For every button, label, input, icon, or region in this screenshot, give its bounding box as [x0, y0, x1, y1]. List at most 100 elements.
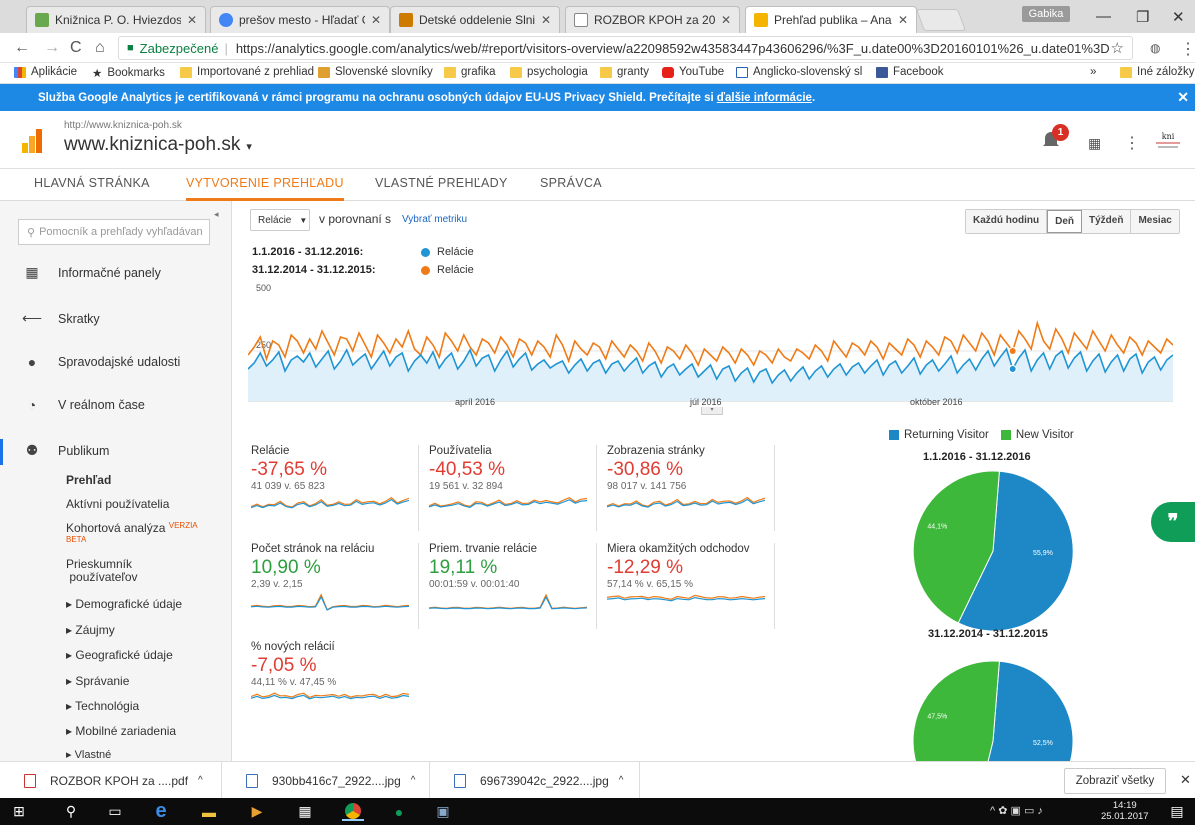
restore-icon[interactable]: ❐: [1136, 8, 1149, 26]
new-tab-button[interactable]: [915, 9, 967, 31]
feedback-button[interactable]: ❞: [1151, 502, 1195, 542]
hangouts-icon[interactable]: ●: [388, 802, 410, 821]
sidebar-sub-mobile[interactable]: ▸ Mobilné zariadenia: [66, 724, 176, 738]
bookmark-imported[interactable]: Importované z prehliad: [180, 66, 314, 78]
download-item-pdf[interactable]: ROZBOR KPOH za ....pdf ^: [0, 762, 222, 799]
nav-home[interactable]: HLAVNÁ STRÁNKA: [34, 176, 150, 198]
search-icon[interactable]: ⚲: [60, 802, 82, 821]
close-tab-icon[interactable]: ✕: [898, 13, 908, 27]
collapse-sidebar-icon[interactable]: ◂: [214, 209, 230, 225]
windows-start-icon[interactable]: ⊞: [8, 802, 30, 821]
edge-icon[interactable]: e: [150, 800, 172, 822]
sidebar-item-intelligence[interactable]: ● Spravodajské udalosti: [22, 354, 181, 370]
kpi-card[interactable]: Relácie -37,65 % 41 039 v. 65 823: [251, 445, 419, 531]
system-tray[interactable]: ^ ✿ ▣ ▭ ♪: [990, 804, 1043, 817]
banner-link[interactable]: ďalšie informácie: [717, 92, 812, 104]
reload-icon[interactable]: C: [70, 39, 82, 57]
nav-custom-reports[interactable]: VLASTNÉ PREHĽADY: [375, 176, 508, 198]
sidebar-sub-geo[interactable]: ▸ Geografické údaje: [66, 648, 173, 662]
explorer-icon[interactable]: ▬: [198, 802, 220, 821]
bookmark-other[interactable]: Iné záložky: [1120, 66, 1195, 78]
user-badge[interactable]: Gabika: [1022, 6, 1070, 22]
bookmark-anglicko[interactable]: Anglicko-slovenský sl: [736, 66, 862, 78]
bookmark-psychologia[interactable]: psychologia: [510, 66, 588, 78]
close-icon[interactable]: ✕: [1177, 89, 1189, 106]
sidebar-sub-overview[interactable]: Prehľad: [66, 473, 111, 487]
bookmark-slovniky[interactable]: Slovenské slovníky: [318, 66, 433, 78]
extension-icon[interactable]: ◍: [1150, 41, 1160, 55]
sidebar-sub-explorer[interactable]: Prieskumník používateľov: [66, 558, 138, 584]
sidebar-sub-demographics[interactable]: ▸ Demografické údaje: [66, 597, 182, 611]
media-icon[interactable]: ▶: [246, 802, 268, 821]
select-metric-link[interactable]: Vybrať metriku: [402, 214, 467, 225]
browser-tab-1[interactable]: Knižnica P. O. Hviezdosla ✕: [26, 6, 206, 33]
granularity-month[interactable]: Mesiac: [1131, 210, 1179, 233]
url-input[interactable]: ■ Zabezpečené | https://analytics.google…: [118, 36, 1133, 60]
pie-slice-new[interactable]: [912, 660, 1000, 761]
apps-grid-icon[interactable]: ▦: [1088, 135, 1101, 152]
granularity-day[interactable]: Deň: [1047, 210, 1083, 233]
photos-icon[interactable]: ▣: [432, 802, 454, 821]
kpi-card[interactable]: % nových relácií -7,05 % 44,11 % v. 47,45 …: [251, 641, 419, 727]
browser-tab-3[interactable]: Detské oddelenie Slniečk ✕: [390, 6, 560, 33]
bookmark-youtube[interactable]: YouTube: [662, 66, 724, 78]
bookmark-granty[interactable]: granty: [600, 66, 649, 78]
task-view-icon[interactable]: ▭: [104, 802, 126, 821]
browser-tab-5[interactable]: Prehľad publika – Analyt ✕: [745, 6, 917, 33]
back-arrow-icon[interactable]: ←: [14, 39, 30, 57]
close-tab-icon[interactable]: ✕: [187, 13, 197, 27]
nav-admin[interactable]: SPRÁVCA: [540, 176, 602, 198]
sidebar-sub-behavior[interactable]: ▸ Správanie: [66, 674, 129, 688]
hover-point-previous[interactable]: [1008, 347, 1017, 355]
sidebar-search-input[interactable]: ⚲ Pomocník a prehľady vyhľadávan: [18, 219, 210, 245]
hover-point-current[interactable]: [1008, 365, 1017, 373]
sidebar-sub-technology[interactable]: ▸ Technológia: [66, 699, 139, 713]
chrome-icon[interactable]: [342, 802, 364, 821]
browser-tab-4[interactable]: ROZBOR KPOH za 2015.p ✕: [565, 6, 740, 33]
sidebar-sub-cohort[interactable]: Kohortová analýza VERZIA BETA: [66, 521, 216, 549]
chart-resize-handle[interactable]: ▾: [701, 407, 723, 415]
sidebar-item-audience[interactable]: ⚉ Publikum: [22, 442, 110, 459]
minimize-icon[interactable]: —: [1096, 8, 1111, 25]
nav-reporting[interactable]: VYTVORENIE PREHĽADU: [186, 176, 344, 201]
action-center-icon[interactable]: ▤: [1166, 802, 1188, 821]
sidebar-sub-active-users[interactable]: Aktívni používatelia: [66, 497, 169, 511]
more-vert-icon[interactable]: ⋮: [1124, 133, 1140, 153]
kpi-card[interactable]: Priem. trvanie relácie 19,11 % 00:01:59 v.…: [429, 543, 597, 629]
download-item-jpg-1[interactable]: 930bb416c7_2922....jpg ^: [222, 762, 430, 799]
sidebar-item-shortcuts[interactable]: ⟵ Skratky: [22, 310, 100, 327]
download-item-jpg-2[interactable]: 696739042c_2922....jpg ^: [430, 762, 640, 799]
close-window-icon[interactable]: ✕: [1172, 8, 1185, 26]
browser-tab-2[interactable]: prešov mesto - Hľadať G ✕: [210, 6, 390, 33]
clock[interactable]: 14:19 25.01.2017: [1101, 800, 1149, 822]
sidebar-item-realtime[interactable]: ◔ V reálnom čase: [22, 397, 145, 413]
granularity-week[interactable]: Týždeň: [1082, 210, 1132, 233]
bookmark-bookmarks[interactable]: ★ Bookmarks: [92, 66, 165, 80]
chevron-up-icon[interactable]: ^: [198, 775, 203, 786]
bookmark-apps[interactable]: Aplikácie: [14, 66, 77, 78]
sidebar-sub-custom[interactable]: ▸ Vlastné: [66, 748, 111, 761]
close-tab-icon[interactable]: ✕: [721, 13, 731, 27]
home-icon[interactable]: ⌂: [95, 39, 105, 57]
sidebar-item-dashboards[interactable]: ▦ Informačné panely: [22, 264, 160, 281]
bookmark-facebook[interactable]: Facebook: [876, 66, 944, 78]
close-icon[interactable]: ✕: [1180, 772, 1191, 788]
close-tab-icon[interactable]: ✕: [541, 13, 551, 27]
bookmark-grafika[interactable]: grafika: [444, 66, 496, 78]
bookmarks-more[interactable]: »: [1090, 66, 1096, 78]
bookmark-star-icon[interactable]: ☆: [1111, 39, 1124, 57]
sidebar-sub-interests[interactable]: ▸ Záujmy: [66, 623, 115, 637]
granularity-hourly[interactable]: Každú hodinu: [966, 210, 1048, 233]
menu-dots-icon[interactable]: ⋮: [1180, 39, 1195, 59]
metric-selector[interactable]: Relácie ▼: [250, 209, 310, 231]
chevron-up-icon[interactable]: ^: [411, 775, 416, 786]
property-selector[interactable]: www.kniznica-poh.sk ▾: [64, 134, 252, 156]
calculator-icon[interactable]: ▦: [294, 802, 316, 821]
kpi-card[interactable]: Zobrazenia stránky -30,86 % 98 017 v. 141 …: [607, 445, 775, 531]
kpi-card[interactable]: Počet stránok na reláciu 10,90 % 2,39 v. 2…: [251, 543, 419, 629]
kpi-card[interactable]: Miera okamžitých odchodov -12,29 % 57,14 %…: [607, 543, 775, 629]
chevron-up-icon[interactable]: ^: [619, 775, 624, 786]
forward-arrow-icon[interactable]: →: [44, 39, 60, 57]
show-all-downloads-button[interactable]: Zobraziť všetky: [1064, 768, 1166, 794]
close-tab-icon[interactable]: ✕: [371, 13, 381, 27]
